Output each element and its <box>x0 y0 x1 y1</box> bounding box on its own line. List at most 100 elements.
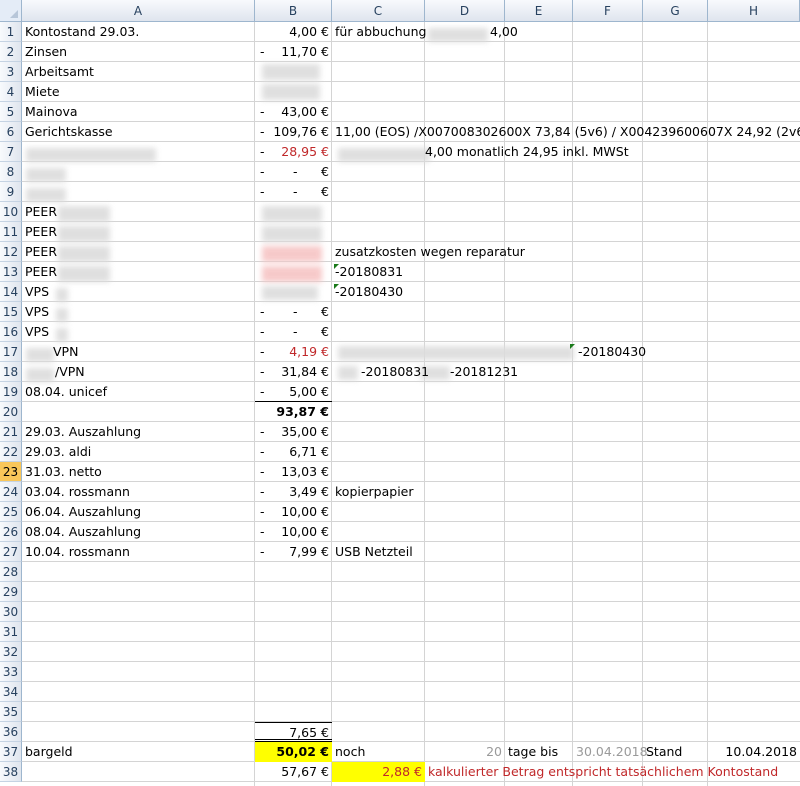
cell-c6[interactable]: 11,00 (EOS) /X007008302600X 73,84 (5v6) … <box>332 122 800 142</box>
cell-d1[interactable]: 4,00 <box>487 22 567 42</box>
row-header-38[interactable]: 38 <box>0 762 22 782</box>
cell-h37[interactable]: 10.04.2018 <box>708 742 800 762</box>
row-header-19[interactable]: 19 <box>0 382 22 402</box>
cell-b1[interactable]: 4,00 € <box>255 22 332 42</box>
column-header-e[interactable]: E <box>505 0 573 22</box>
row-header-15[interactable]: 15 <box>0 302 22 322</box>
row-header-17[interactable]: 17 <box>0 342 22 362</box>
cell-a21[interactable]: 29.03. Auszahlung <box>22 422 255 442</box>
cell-a12[interactable]: PEER <box>22 242 255 262</box>
cell-a25[interactable]: 06.04. Auszahlung <box>22 502 255 522</box>
row-header-9[interactable]: 9 <box>0 182 22 202</box>
column-header-c[interactable]: C <box>332 0 425 22</box>
cell-b36[interactable]: 7,65 € <box>255 722 332 742</box>
cell-a18[interactable]: /VPN <box>52 362 252 382</box>
column-header-g[interactable]: G <box>643 0 708 22</box>
row-header-3[interactable]: 3 <box>0 62 22 82</box>
cell-a23[interactable]: 31.03. netto <box>22 462 255 482</box>
cell-b37[interactable]: 50,02 € <box>255 742 332 762</box>
cell-a16[interactable]: VPS <box>22 322 62 342</box>
cell-d18[interactable]: -20181231 <box>447 362 527 382</box>
row-header-21[interactable]: 21 <box>0 422 22 442</box>
cell-a4[interactable]: Miete <box>22 82 255 102</box>
cell-a5[interactable]: Mainova <box>22 102 255 122</box>
row-header-33[interactable]: 33 <box>0 662 22 682</box>
cell-a27[interactable]: 10.04. rossmann <box>22 542 255 562</box>
cell-a15[interactable]: VPS <box>22 302 62 322</box>
row-header-31[interactable]: 31 <box>0 622 22 642</box>
row-header-18[interactable]: 18 <box>0 362 22 382</box>
row-header-12[interactable]: 12 <box>0 242 22 262</box>
cell-a1[interactable]: Kontostand 29.03. <box>22 22 255 42</box>
row-header-35[interactable]: 35 <box>0 702 22 722</box>
row-header-24[interactable]: 24 <box>0 482 22 502</box>
comment-indicator-icon[interactable] <box>570 344 575 349</box>
cell-c38[interactable]: 2,88 € <box>332 762 425 782</box>
row-header-1[interactable]: 1 <box>0 22 22 42</box>
cell-c13[interactable]: -20180831 <box>332 262 425 282</box>
row-header-8[interactable]: 8 <box>0 162 22 182</box>
row-header-37[interactable]: 37 <box>0 742 22 762</box>
cell-a14[interactable]: VPS <box>22 282 62 302</box>
cell-c27[interactable]: USB Netzteil <box>332 542 425 562</box>
row-header-14[interactable]: 14 <box>0 282 22 302</box>
cell-a2[interactable]: Zinsen <box>22 42 255 62</box>
row-header-16[interactable]: 16 <box>0 322 22 342</box>
cell-a24[interactable]: 03.04. rossmann <box>22 482 255 502</box>
cell-c12[interactable]: zusatzkosten wegen reparatur <box>332 242 800 262</box>
row-header-2[interactable]: 2 <box>0 42 22 62</box>
row-header-26[interactable]: 26 <box>0 522 22 542</box>
cell-g37[interactable]: Stand <box>643 742 708 762</box>
cell-c14[interactable]: -20180430 <box>332 282 425 302</box>
cell-a26[interactable]: 08.04. Auszahlung <box>22 522 255 542</box>
row-header-22[interactable]: 22 <box>0 442 22 462</box>
row-header-20[interactable]: 20 <box>0 402 22 422</box>
comment-indicator-icon[interactable] <box>334 284 339 289</box>
row-header-36[interactable]: 36 <box>0 722 22 742</box>
cell-f17[interactable]: -20180430 <box>575 342 646 362</box>
cell-a22[interactable]: 29.03. aldi <box>22 442 255 462</box>
row-header-13[interactable]: 13 <box>0 262 22 282</box>
cell-d37[interactable]: 20 <box>425 742 505 762</box>
row-header-28[interactable]: 28 <box>0 562 22 582</box>
cell-c24[interactable]: kopierpapier <box>332 482 425 502</box>
cell-a3[interactable]: Arbeitsamt <box>22 62 255 82</box>
row-header-6[interactable]: 6 <box>0 122 22 142</box>
cell-a10[interactable]: PEER <box>22 202 255 222</box>
cell-a19[interactable]: 08.04. unicef <box>22 382 255 402</box>
cell-f37[interactable]: 30.04.2018 <box>573 742 648 762</box>
column-header-a[interactable]: A <box>22 0 255 22</box>
cell-a17[interactable]: VPN <box>50 342 250 362</box>
cell-e37[interactable]: tage bis <box>505 742 573 762</box>
cell-a6[interactable]: Gerichtskasse <box>22 122 255 142</box>
row-header-27[interactable]: 27 <box>0 542 22 562</box>
spreadsheet[interactable]: ABCDEFGH 1 2 3 4 5 6 7 8 9 10 11 12 13 14 15 16 17 18 19 20… <box>0 0 800 786</box>
cell-c7[interactable]: 4,00 monatlich 24,95 inkl. MWSt <box>422 142 800 162</box>
column-header-b[interactable]: B <box>255 0 332 22</box>
row-header-10[interactable]: 10 <box>0 202 22 222</box>
cell-a37[interactable]: bargeld <box>22 742 255 762</box>
column-header-f[interactable]: F <box>573 0 643 22</box>
cell-b20[interactable]: 93,87 € <box>255 402 332 422</box>
row-header-29[interactable]: 29 <box>0 582 22 602</box>
column-header-d[interactable]: D <box>425 0 505 22</box>
cell-b38[interactable]: 57,67 € <box>255 762 332 782</box>
row-header-25[interactable]: 25 <box>0 502 22 522</box>
row-header-5[interactable]: 5 <box>0 102 22 122</box>
row-header-23[interactable]: 23 <box>0 462 22 482</box>
row-header-30[interactable]: 30 <box>0 602 22 622</box>
row-header-7[interactable]: 7 <box>0 142 22 162</box>
accounting-dash: - <box>260 184 265 199</box>
cell-a11[interactable]: PEER <box>22 222 255 242</box>
cell-a13[interactable]: PEER <box>22 262 255 282</box>
cell-c18[interactable]: -20180831 <box>358 362 448 382</box>
column-header-h[interactable]: H <box>708 0 800 22</box>
row-header-32[interactable]: 32 <box>0 642 22 662</box>
row-header-4[interactable]: 4 <box>0 82 22 102</box>
cell-d38[interactable]: kalkulierter Betrag entspricht tatsächli… <box>425 762 785 782</box>
row-header-34[interactable]: 34 <box>0 682 22 702</box>
row-header-11[interactable]: 11 <box>0 222 22 242</box>
comment-indicator-icon[interactable] <box>334 264 339 269</box>
select-all-corner[interactable] <box>0 0 22 22</box>
cell-c37[interactable]: noch <box>332 742 425 762</box>
